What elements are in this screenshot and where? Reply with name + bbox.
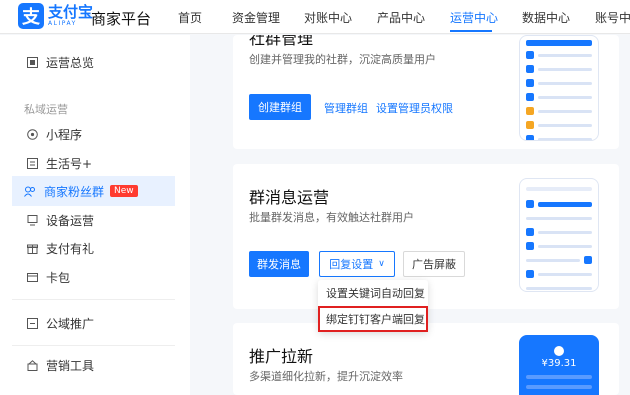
sidebar-item-label: 商家粉丝群 (44, 184, 105, 199)
sidebar-item-device[interactable]: 设备运营 (26, 205, 198, 235)
nav-account[interactable]: 账号中心 (595, 9, 630, 26)
logo-cn-text: 支付宝 (48, 3, 94, 21)
sidebar-item-fangroup[interactable]: 商家粉丝群 New (12, 176, 175, 206)
nav-reconciliation[interactable]: 对账中心 (304, 9, 352, 26)
reply-settings-button[interactable]: 回复设置 ∨ (319, 251, 395, 277)
marketing-icon (26, 359, 38, 371)
sidebar-item-label: 运营总览 (46, 55, 95, 70)
messages-phone-mockup (519, 178, 599, 292)
sidebar-item-label: 生活号+ (46, 156, 93, 171)
sidebar-group-private: 私域运营 (24, 103, 68, 116)
community-phone-mockup (519, 35, 599, 141)
sidebar-item-publicpromo[interactable]: 公域推广 (26, 308, 198, 338)
sidebar-divider (12, 345, 175, 346)
promotion-phone-mockup: ¥39.31 (519, 335, 599, 395)
card-icon (26, 271, 38, 283)
card-promotion: 推广拉新 多渠道细化拉新，提升沉淀效率 ¥39.31 (233, 323, 619, 395)
sidebar-item-miniprogram[interactable]: 小程序 (26, 119, 198, 149)
sidebar-item-label: 小程序 (46, 127, 83, 142)
sidebar-item-cardbag[interactable]: 卡包 (26, 262, 198, 292)
sidebar: 运营总览 私域运营 小程序 生活号+ 商家粉丝群 New 设备运营 支付有礼 卡… (0, 35, 190, 395)
sidebar-item-label: 支付有礼 (46, 241, 95, 256)
sidebar-item-marketing[interactable]: 营销工具 (26, 350, 198, 380)
sidebar-item-label: 设备运营 (46, 213, 95, 228)
card-messages-title: 群消息运营 (249, 188, 330, 207)
nav-home[interactable]: 首页 (178, 9, 202, 26)
reply-settings-dropdown: 设置关键词自动回复 绑定钉钉客户端回复 (318, 280, 428, 332)
lifeaccount-icon (26, 157, 38, 169)
sidebar-item-label: 公域推广 (46, 316, 95, 331)
alipay-logo[interactable]: 支 支付宝 ALIPAY (18, 3, 93, 29)
sidebar-item-lifeaccount[interactable]: 生活号+ (26, 148, 198, 178)
sidebar-divider (12, 299, 175, 300)
promotion-price: ¥39.31 (541, 358, 577, 369)
card-messages-desc: 批量群发消息，有效触达社群用户 (249, 211, 414, 224)
sidebar-item-label: 卡包 (46, 270, 71, 285)
nav-products[interactable]: 产品中心 (377, 9, 425, 26)
card-community-title: 社群管理 (249, 35, 314, 48)
group-icon (24, 185, 36, 197)
platform-title: 商家平台 (91, 10, 152, 28)
logo-en-text: ALIPAY (48, 20, 77, 27)
nav-operations[interactable]: 运营中心 (450, 9, 498, 26)
ad-block-button[interactable]: 广告屏蔽 (403, 251, 465, 277)
top-bar: 支 支付宝 ALIPAY 商家平台 首页 资金管理 对账中心 产品中心 运营中心… (0, 0, 630, 34)
device-icon (26, 214, 38, 226)
sidebar-item-overview[interactable]: 运营总览 (26, 47, 198, 77)
admin-permission-link[interactable]: 设置管理员权限 (376, 100, 453, 116)
create-group-button[interactable]: 创建群组 (249, 94, 311, 120)
new-badge: New (110, 185, 138, 197)
nav-funds[interactable]: 资金管理 (232, 9, 280, 26)
nav-data[interactable]: 数据中心 (522, 9, 570, 26)
gift-icon (26, 242, 38, 254)
chevron-down-icon: ∨ (378, 259, 385, 269)
reply-settings-label: 回复设置 (329, 258, 374, 271)
dropdown-item-dingtalk-reply[interactable]: 绑定钉钉客户端回复 (318, 306, 428, 332)
miniprogram-icon (26, 128, 38, 140)
card-promotion-desc: 多渠道细化拉新，提升沉淀效率 (249, 370, 403, 383)
sidebar-item-label: 营销工具 (46, 358, 95, 373)
bulk-send-button[interactable]: 群发消息 (249, 251, 309, 277)
alipay-logo-icon: 支 (18, 3, 44, 29)
card-promotion-title: 推广拉新 (249, 347, 314, 366)
card-community: 社群管理 创建并管理我的社群，沉淀高质量用户 创建群组 管理群组 设置管理员权限 (233, 35, 619, 149)
nav-active-indicator (450, 30, 492, 32)
dropdown-item-keyword-reply[interactable]: 设置关键词自动回复 (318, 280, 428, 306)
manage-group-link[interactable]: 管理群组 (324, 100, 368, 116)
promo-icon (26, 317, 38, 329)
card-community-desc: 创建并管理我的社群，沉淀高质量用户 (249, 53, 436, 66)
alipay-mini-icon (554, 346, 564, 356)
sidebar-item-paygift[interactable]: 支付有礼 (26, 233, 198, 263)
overview-icon (26, 56, 38, 68)
